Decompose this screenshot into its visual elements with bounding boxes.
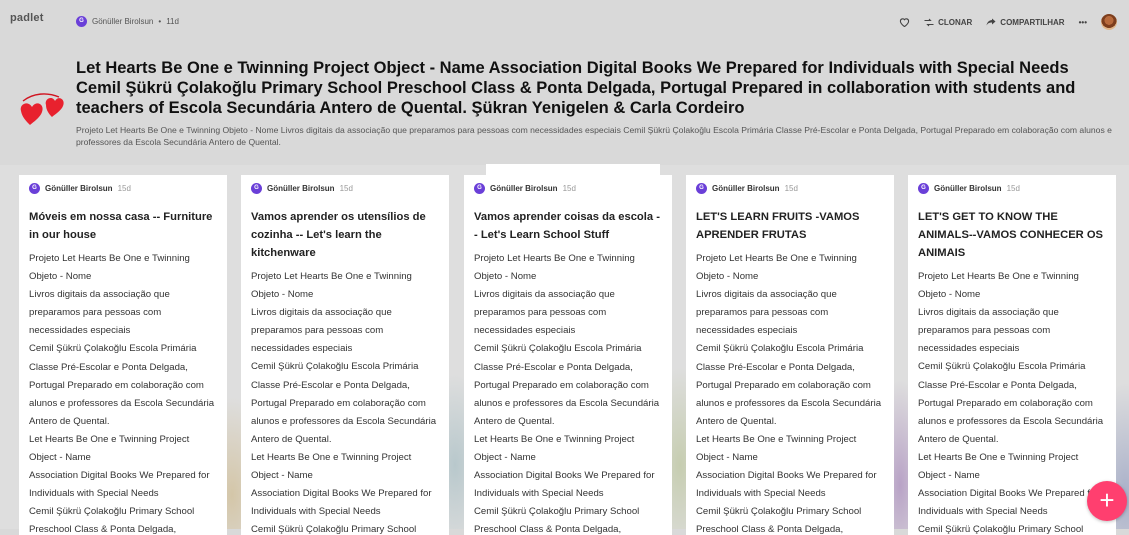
board-author-line: G Gönüller Birolsun • 11d [76,16,179,27]
post-author-line: G Gönüller Birolsun 15d [464,175,672,194]
hearts-icon [20,93,64,125]
post-author-line: G Gönüller Birolsun 15d [908,175,1116,194]
post-body: Projeto Let Hearts Be One e Twinning Obj… [696,253,882,535]
post-body: Projeto Let Hearts Be One e Twinning Obj… [251,271,437,535]
board-description: Projeto Let Hearts Be One e Twinning Obj… [76,125,1112,147]
author-avatar: G [251,183,262,194]
post-body: Projeto Let Hearts Be One e Twinning Obj… [29,253,215,535]
post-age: 15d [562,184,576,193]
post-title: Móveis em nossa casa -- Furniture in our… [29,211,213,241]
board-author-name: Gönüller Birolsun [92,17,154,26]
post-age: 15d [784,184,798,193]
post-age: 15d [1006,184,1020,193]
post-card[interactable]: G Gönüller Birolsun 15d LET'S GET TO KNO… [908,175,1116,535]
post-body: Projeto Let Hearts Be One e Twinning Obj… [474,253,660,535]
post-title: LET'S GET TO KNOW THE ANIMALS--VAMOS CON… [918,211,1104,259]
post-age: 15d [339,184,353,193]
author-avatar: G [76,16,87,27]
post-author-name: Gönüller Birolsun [934,184,1002,193]
post-author-name: Gönüller Birolsun [45,184,113,193]
author-avatar: G [918,183,929,194]
add-post-button[interactable]: + [1087,481,1127,521]
post-author-name: Gönüller Birolsun [712,184,780,193]
post-title: LET'S LEARN FRUITS -VAMOS APRENDER FRUTA… [696,211,860,241]
post-title: Vamos aprender os utensílios de cozinha … [251,211,426,259]
post-author-line: G Gönüller Birolsun 15d [241,175,449,194]
post-card[interactable]: G Gönüller Birolsun 15d Móveis em nossa … [19,175,227,535]
post-author-line: G Gönüller Birolsun 15d [19,175,227,194]
board-title: Let Hearts Be One e Twinning Project Obj… [76,59,1076,117]
post-card[interactable]: G Gönüller Birolsun 15d LET'S LEARN FRUI… [686,175,894,535]
board-age: 11d [166,17,179,26]
post-card[interactable]: G Gönüller Birolsun 15d Vamos aprender o… [241,175,449,535]
post-author-name: Gönüller Birolsun [490,184,558,193]
post-body: Projeto Let Hearts Be One e Twinning Obj… [918,271,1104,535]
post-card[interactable]: G Gönüller Birolsun 15d Vamos aprender c… [464,175,672,535]
post-title: Vamos aprender coisas da escola -- Let's… [474,211,660,241]
author-avatar: G [29,183,40,194]
post-age: 15d [117,184,131,193]
separator-dot: • [158,17,162,26]
board-header: G Gönüller Birolsun • 11d Let Hearts Be … [0,14,1129,164]
author-avatar: G [474,183,485,194]
post-author-line: G Gönüller Birolsun 15d [686,175,894,194]
post-author-name: Gönüller Birolsun [267,184,335,193]
author-avatar: G [696,183,707,194]
